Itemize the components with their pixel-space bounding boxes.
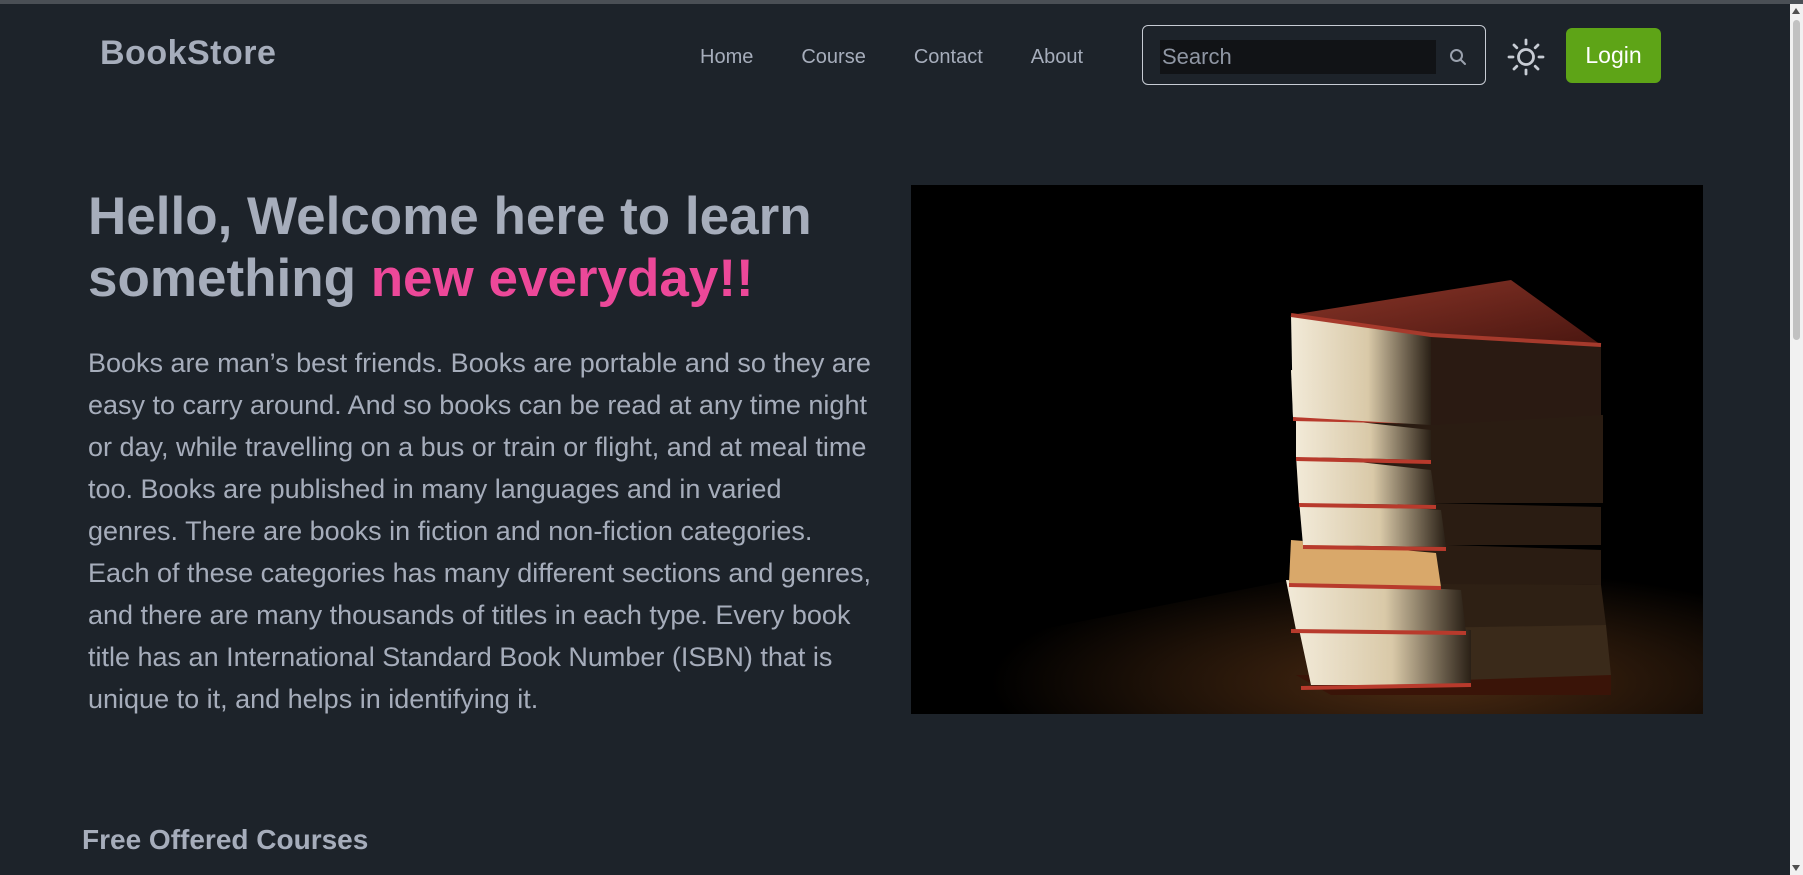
search-box — [1142, 25, 1486, 85]
hero-title-highlight: new everyday!! — [370, 249, 754, 308]
book-stack-illustration — [911, 185, 1703, 714]
section-title-free-courses: Free Offered Courses — [82, 824, 369, 855]
scroll-thumb[interactable] — [1793, 20, 1800, 340]
hero-description: Books are man’s best friends. Books are … — [88, 348, 871, 714]
nav-links: Home Course Contact About — [700, 46, 1131, 76]
hero-image-books — [911, 185, 1703, 714]
sun-icon[interactable] — [1507, 38, 1545, 76]
nav-course[interactable]: Course — [801, 46, 865, 76]
nav-home[interactable]: Home — [700, 46, 753, 76]
brand-logo[interactable]: BookStore — [100, 34, 276, 73]
navbar: BookStore Home Course Contact About Logi… — [0, 4, 1790, 112]
hero-title: Hello, Welcome here to learn something n… — [88, 186, 888, 310]
scroll-up-arrow[interactable] — [1792, 8, 1800, 14]
nav-about[interactable]: About — [1031, 46, 1083, 76]
nav-contact[interactable]: Contact — [914, 46, 983, 76]
search-input[interactable] — [1160, 40, 1436, 74]
page-scrollbar[interactable] — [1790, 4, 1803, 875]
login-button[interactable]: Login — [1566, 28, 1661, 83]
scroll-down-arrow[interactable] — [1792, 865, 1800, 871]
search-icon[interactable] — [1448, 47, 1468, 67]
